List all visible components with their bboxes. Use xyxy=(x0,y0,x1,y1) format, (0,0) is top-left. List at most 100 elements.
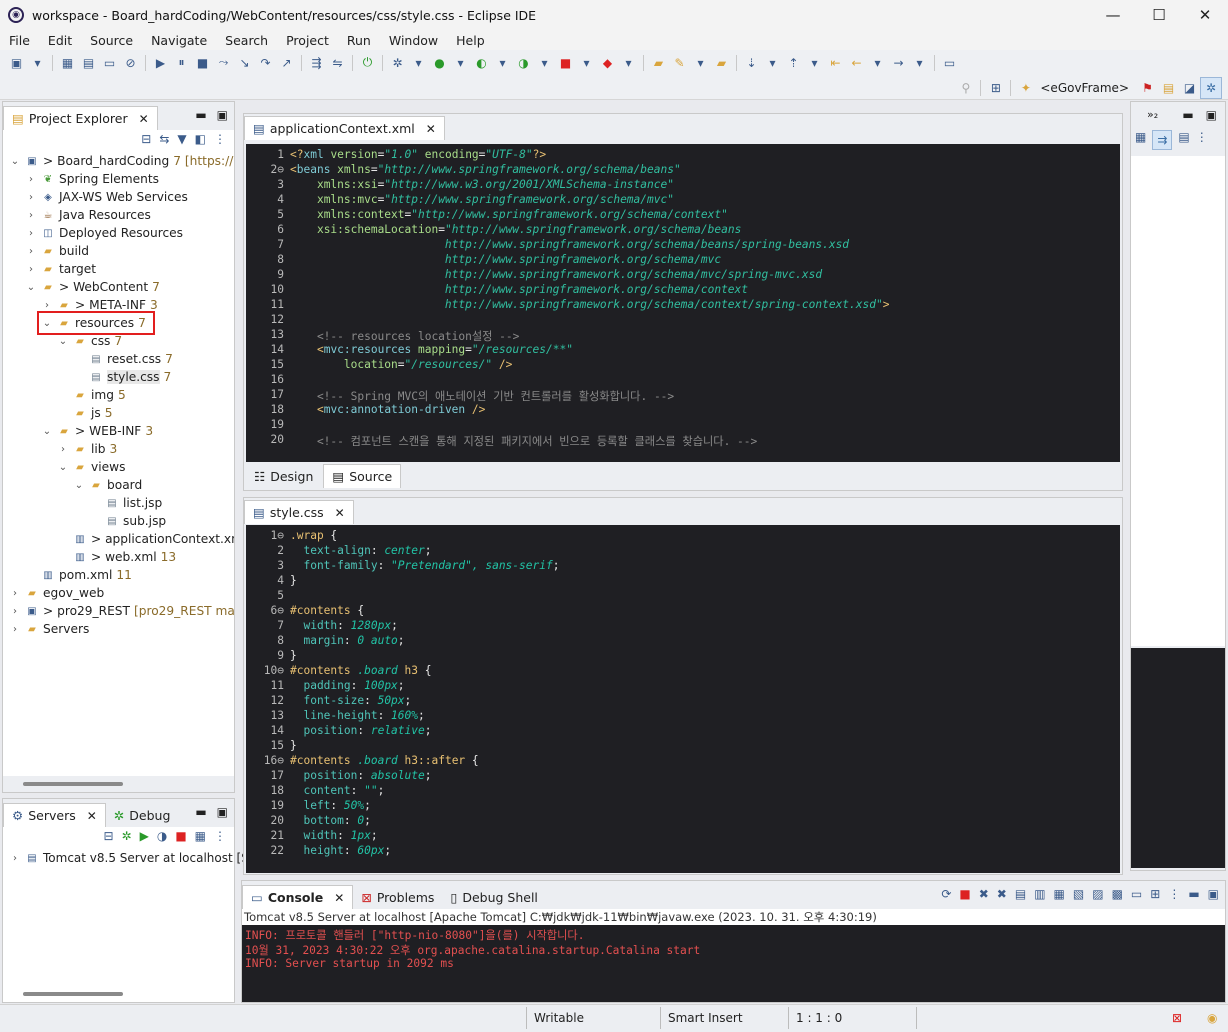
dropdown-icon[interactable]: ▾ xyxy=(911,54,928,71)
view-menu-icon[interactable]: ⋮ xyxy=(1196,130,1208,150)
tree-item[interactable]: ▥ > web.xml 13 xyxy=(57,548,176,566)
chevron-right-icon[interactable]: › xyxy=(57,444,69,455)
tree-item[interactable]: ⌄ ▰ css 7 xyxy=(57,332,122,350)
menu-window[interactable]: Window xyxy=(380,33,447,48)
outline-icon[interactable]: ▦ xyxy=(1135,130,1146,150)
dropdown-icon[interactable]: ▾ xyxy=(764,54,781,71)
menu-navigate[interactable]: Navigate xyxy=(142,33,216,48)
chevron-right-icon[interactable]: › xyxy=(9,624,21,635)
minimize-icon[interactable]: ▬ xyxy=(1188,887,1199,901)
resume-icon[interactable]: ▶ xyxy=(152,54,169,71)
menu-edit[interactable]: Edit xyxy=(39,33,81,48)
dropdown-icon[interactable]: ▾ xyxy=(452,54,469,71)
debug-perspective-icon[interactable]: ✲ xyxy=(1200,77,1222,99)
dropdown-icon[interactable]: ▾ xyxy=(620,54,637,71)
console-icon[interactable]: ▭ xyxy=(101,54,118,71)
coverage-icon[interactable]: ◐ xyxy=(473,54,490,71)
sync-icon[interactable]: ⟳ xyxy=(941,887,951,901)
tree-item[interactable]: ▤ sub.jsp xyxy=(89,512,166,530)
notification-icon[interactable]: ⊠ xyxy=(1172,1011,1182,1025)
brush-icon[interactable]: ✎ xyxy=(671,54,688,71)
new-icon[interactable]: ▣ xyxy=(8,54,25,71)
chevron-right-icon[interactable]: › xyxy=(25,246,37,257)
scroll-lock-icon[interactable]: ▥ xyxy=(1034,887,1045,901)
dropdown-icon[interactable]: ▾ xyxy=(29,54,46,71)
show-stdout-icon[interactable]: ▧ xyxy=(1073,887,1084,901)
chevron-right-icon[interactable]: › xyxy=(25,174,37,185)
next-annotation-icon[interactable]: ⇣ xyxy=(743,54,760,71)
focus-icon[interactable]: ◧ xyxy=(195,132,206,146)
maximize-icon[interactable]: ▣ xyxy=(1206,108,1217,122)
debug-icon[interactable]: ✲ xyxy=(389,54,406,71)
step-over-icon[interactable]: ↷ xyxy=(257,54,274,71)
tree-item[interactable]: ⌄ ▰ board xyxy=(73,476,142,494)
drop-frame-icon[interactable]: ⇶ xyxy=(308,54,325,71)
step-return-icon[interactable]: ↗ xyxy=(278,54,295,71)
tip-icon[interactable]: ◉ xyxy=(1207,1011,1217,1025)
tree-item[interactable]: ⌄ ▰ > WEB-INF 3 xyxy=(41,422,153,440)
menu-run[interactable]: Run xyxy=(338,33,380,48)
tree-item[interactable]: ▰ img 5 xyxy=(57,386,126,404)
tree-item[interactable]: › ▣ > pro29_REST[pro29_REST master] xyxy=(9,602,234,620)
maximize-icon[interactable]: ▣ xyxy=(217,805,228,819)
step-into-icon[interactable]: ↘ xyxy=(236,54,253,71)
tree-item[interactable]: › ◈ JAX-WS Web Services xyxy=(25,188,188,206)
power-icon[interactable]: ⏻ xyxy=(359,54,376,71)
expand-icon[interactable]: › xyxy=(9,853,21,864)
back-icon[interactable]: ← xyxy=(848,54,865,71)
tree-item[interactable]: ▥ > applicationContext.xml xyxy=(57,530,234,548)
chevron-right-icon[interactable]: › xyxy=(25,210,37,221)
dropdown-icon[interactable]: ▾ xyxy=(536,54,553,71)
tab-problems[interactable]: ⊠ Problems xyxy=(353,885,442,909)
minimize-icon[interactable]: ▬ xyxy=(195,805,206,819)
skip-icon[interactable]: ⊘ xyxy=(122,54,139,71)
remove-all-icon[interactable]: ✖ xyxy=(997,887,1007,901)
stop-icon[interactable]: ■ xyxy=(557,54,574,71)
menu-help[interactable]: Help xyxy=(447,33,494,48)
tab-applicationcontext-xml[interactable]: ▤ applicationContext.xml ✕ xyxy=(244,116,445,140)
flag-icon[interactable]: ⚑ xyxy=(1139,80,1156,97)
menu-project[interactable]: Project xyxy=(277,33,338,48)
svn-icon[interactable]: ▤ xyxy=(1160,80,1177,97)
open-perspective-icon[interactable]: ⊞ xyxy=(987,80,1004,97)
show-stderr-icon[interactable]: ▨ xyxy=(1092,887,1103,901)
start-server-icon[interactable]: ▶ xyxy=(140,829,149,843)
tree-item[interactable]: › ◫ Deployed Resources xyxy=(25,224,183,242)
collapse-all-icon[interactable]: ⊟ xyxy=(141,132,151,146)
open-type-icon[interactable]: ▰ xyxy=(713,54,730,71)
tab-console[interactable]: ▭ Console ✕ xyxy=(242,885,354,909)
disconnect-icon[interactable]: ⤳ xyxy=(215,54,232,71)
tree-item[interactable]: ▤ list.jsp xyxy=(89,494,162,512)
suspend-icon[interactable]: ⏸ xyxy=(173,54,190,71)
chevron-down-icon[interactable]: ⌄ xyxy=(25,282,37,293)
profile-server-icon[interactable]: ◑ xyxy=(157,829,167,843)
terminate-icon[interactable]: ■ xyxy=(959,887,970,901)
tab-source[interactable]: ▤ Source xyxy=(323,464,402,488)
tab-debug[interactable]: ✲ Debug xyxy=(106,803,179,827)
tree-item[interactable]: ▤ reset.css 7 xyxy=(73,350,173,368)
stop-server-icon[interactable]: ◆ xyxy=(599,54,616,71)
tree-item[interactable]: › ▰ build xyxy=(25,242,89,260)
pin-editor-icon[interactable]: ▭ xyxy=(941,54,958,71)
pin-console-icon[interactable]: ▩ xyxy=(1112,887,1123,901)
dropdown-icon[interactable]: ▾ xyxy=(410,54,427,71)
filter-icon[interactable]: ▼ xyxy=(177,132,186,146)
more-views-icon[interactable]: »₂ xyxy=(1147,108,1158,121)
chevron-down-icon[interactable]: ⌄ xyxy=(57,336,69,347)
tree-item[interactable]: ▥ pom.xml 11 xyxy=(25,566,132,584)
run-icon[interactable]: ● xyxy=(431,54,448,71)
dropdown-icon[interactable]: ▾ xyxy=(806,54,823,71)
view-menu-icon[interactable]: ⋮ xyxy=(214,829,226,843)
chevron-right-icon[interactable]: › xyxy=(25,228,37,239)
css-code-area[interactable]: 1⊖ .wrap {2 text-align: center; 3 font-fam… xyxy=(246,525,1120,873)
tree-item[interactable]: › ▰ Servers xyxy=(9,620,89,638)
tree-item[interactable]: › ▰ lib 3 xyxy=(57,440,117,458)
close-icon[interactable]: ✕ xyxy=(426,122,436,136)
tree-item[interactable]: › ☕ Java Resources xyxy=(25,206,151,224)
chevron-right-icon[interactable]: › xyxy=(9,606,21,617)
close-icon[interactable]: ✕ xyxy=(139,112,149,126)
chevron-right-icon[interactable]: › xyxy=(25,264,37,275)
hierarchy-icon[interactable]: ⇉ xyxy=(1152,130,1173,150)
close-icon[interactable]: ✕ xyxy=(87,809,97,823)
debug-server-icon[interactable]: ✲ xyxy=(122,829,132,843)
